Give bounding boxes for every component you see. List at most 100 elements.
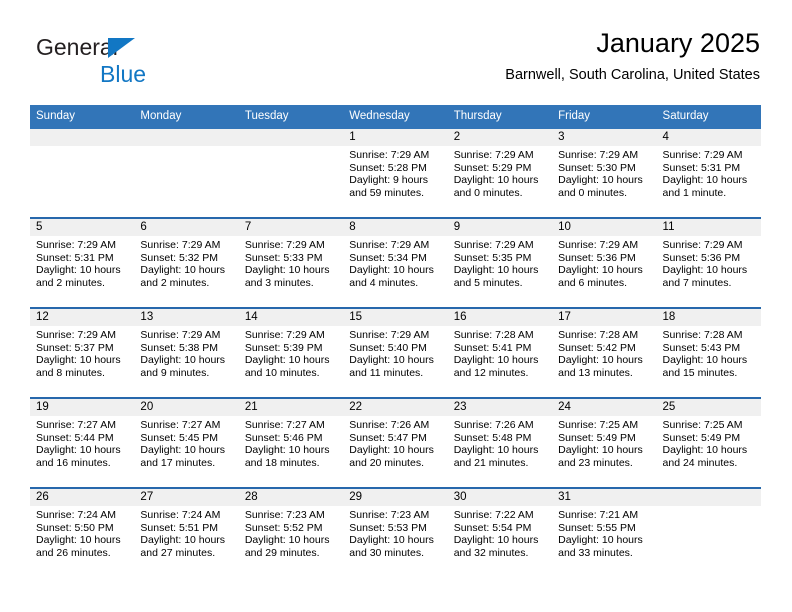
sunrise-text: Sunrise: 7:29 AM (558, 239, 639, 251)
calendar-day-cell[interactable]: 19 Sunrise: 7:27 AM Sunset: 5:44 PM Dayligh… (30, 397, 135, 488)
day-number: 24 (552, 399, 657, 416)
daylight-text: Daylight: 10 hours (36, 444, 121, 457)
calendar-page: General Blue January 2025 Barnwell, Sout… (0, 0, 792, 612)
calendar-day-cell[interactable]: 1 Sunrise: 7:29 AM Sunset: 5:28 PM Daylight… (343, 129, 448, 218)
calendar-day-cell[interactable]: 3 Sunrise: 7:29 AM Sunset: 5:30 PM Daylight… (552, 129, 657, 218)
calendar-day-cell[interactable]: 5 Sunrise: 7:29 AM Sunset: 5:31 PM Daylight… (30, 217, 135, 308)
day-details: Sunrise: 7:21 AM Sunset: 5:55 PM Daylight:… (552, 506, 656, 559)
day-details: Sunrise: 7:25 AM Sunset: 5:49 PM Daylight:… (552, 416, 656, 469)
daylight-text: and 12 minutes. (453, 366, 529, 379)
sunrise-text: Sunrise: 7:29 AM (453, 239, 534, 251)
day-number: 21 (238, 399, 344, 416)
daylight-text: and 18 minutes. (244, 456, 320, 469)
day-details: Sunrise: 7:27 AM Sunset: 5:44 PM Daylight:… (30, 416, 134, 469)
sunrise-text: Sunrise: 7:26 AM (453, 419, 534, 431)
daylight-text: Daylight: 10 hours (244, 444, 330, 457)
calendar-day-cell[interactable]: 16 Sunrise: 7:28 AM Sunset: 5:41 PM Dayligh… (447, 307, 553, 398)
daylight-text: and 6 minutes. (558, 276, 627, 289)
calendar-day-cell[interactable]: 13 Sunrise: 7:29 AM Sunset: 5:38 PM Dayligh… (134, 307, 239, 398)
sunrise-text: Sunrise: 7:29 AM (140, 239, 221, 251)
calendar-day-cell[interactable]: 17 Sunrise: 7:28 AM Sunset: 5:42 PM Dayligh… (552, 307, 657, 398)
daylight-text: Daylight: 10 hours (662, 444, 748, 457)
calendar-day-cell[interactable]: 20 Sunrise: 7:27 AM Sunset: 5:45 PM Dayligh… (134, 397, 239, 488)
day-number: 25 (656, 399, 761, 416)
sunrise-text: Sunrise: 7:29 AM (36, 239, 116, 251)
sunrise-text: Sunrise: 7:28 AM (453, 329, 534, 341)
sunrise-text: Sunrise: 7:26 AM (349, 419, 430, 431)
day-details: Sunrise: 7:27 AM Sunset: 5:45 PM Daylight:… (134, 416, 238, 469)
daylight-text: and 3 minutes. (244, 276, 314, 289)
calendar-day-cell[interactable]: 2 Sunrise: 7:29 AM Sunset: 5:29 PM Daylight… (447, 129, 553, 218)
day-number: 11 (656, 219, 761, 236)
day-number (238, 129, 344, 146)
day-number: 6 (134, 219, 239, 236)
day-details: Sunrise: 7:29 AM Sunset: 5:31 PM Daylight:… (657, 146, 761, 199)
calendar-day-cell[interactable]: 25 Sunrise: 7:25 AM Sunset: 5:49 PM Dayligh… (656, 397, 761, 488)
day-number: 18 (656, 309, 761, 326)
calendar-week-row: 12 Sunrise: 7:29 AM Sunset: 5:37 PM Dayligh… (30, 307, 761, 398)
day-details: Sunrise: 7:29 AM Sunset: 5:31 PM Daylight:… (30, 236, 134, 289)
day-details: Sunrise: 7:24 AM Sunset: 5:51 PM Daylight:… (134, 506, 238, 559)
page-header: General Blue January 2025 Barnwell, Sout… (30, 26, 760, 98)
daylight-text: Daylight: 10 hours (140, 264, 226, 277)
calendar-day-cell[interactable]: 6 Sunrise: 7:29 AM Sunset: 5:32 PM Daylight… (134, 217, 239, 308)
daylight-text: Daylight: 10 hours (662, 354, 748, 367)
sunset-text: Sunset: 5:52 PM (244, 521, 323, 534)
day-details: Sunrise: 7:29 AM Sunset: 5:28 PM Daylight:… (343, 146, 447, 199)
calendar-day-cell[interactable]: 8 Sunrise: 7:29 AM Sunset: 5:34 PM Daylight… (343, 217, 448, 308)
calendar-day-cell[interactable]: 11 Sunrise: 7:29 AM Sunset: 5:36 PM Dayligh… (656, 217, 761, 308)
calendar-week-row: 26 Sunrise: 7:24 AM Sunset: 5:50 PM Dayligh… (30, 487, 761, 577)
sunrise-text: Sunrise: 7:29 AM (662, 239, 743, 251)
day-details: Sunrise: 7:29 AM Sunset: 5:32 PM Daylight:… (134, 236, 238, 289)
sunset-text: Sunset: 5:38 PM (140, 341, 219, 354)
calendar-day-cell[interactable]: 18 Sunrise: 7:28 AM Sunset: 5:43 PM Dayligh… (656, 307, 761, 398)
daylight-text: Daylight: 10 hours (244, 264, 330, 277)
calendar-day-cell[interactable]: 10 Sunrise: 7:29 AM Sunset: 5:36 PM Dayligh… (552, 217, 657, 308)
calendar-day-cell[interactable]: 28 Sunrise: 7:23 AM Sunset: 5:52 PM Dayligh… (238, 487, 344, 577)
sunrise-text: Sunrise: 7:23 AM (349, 509, 430, 521)
day-details: Sunrise: 7:28 AM Sunset: 5:43 PM Daylight:… (657, 326, 761, 379)
page-title: January 2025 (596, 28, 760, 58)
daylight-text: and 0 minutes. (558, 186, 627, 199)
sunset-text: Sunset: 5:55 PM (558, 521, 636, 534)
daylight-text: Daylight: 10 hours (36, 534, 121, 547)
sunrise-text: Sunrise: 7:29 AM (244, 329, 325, 341)
day-details: Sunrise: 7:26 AM Sunset: 5:47 PM Daylight:… (343, 416, 447, 469)
sunrise-text: Sunrise: 7:29 AM (244, 239, 325, 251)
calendar-day-cell[interactable]: 21 Sunrise: 7:27 AM Sunset: 5:46 PM Dayligh… (238, 397, 344, 488)
calendar-day-cell[interactable]: 26 Sunrise: 7:24 AM Sunset: 5:50 PM Dayligh… (30, 487, 135, 577)
day-number (30, 129, 135, 146)
day-number: 29 (343, 489, 448, 506)
calendar-day-cell[interactable]: 9 Sunrise: 7:29 AM Sunset: 5:35 PM Daylight… (447, 217, 553, 308)
calendar-day-cell-empty (656, 487, 761, 577)
calendar-day-cell[interactable]: 7 Sunrise: 7:29 AM Sunset: 5:33 PM Daylight… (238, 217, 344, 308)
daylight-text: and 5 minutes. (453, 276, 523, 289)
daylight-text: Daylight: 10 hours (349, 354, 434, 367)
sunrise-sunset-calendar-table: Sunday Monday Tuesday Wednesday Thursday… (30, 105, 761, 577)
sunrise-text: Sunrise: 7:28 AM (558, 329, 639, 341)
day-number: 8 (343, 219, 448, 236)
day-number: 16 (447, 309, 553, 326)
sunset-text: Sunset: 5:41 PM (453, 341, 532, 354)
calendar-day-cell[interactable]: 12 Sunrise: 7:29 AM Sunset: 5:37 PM Dayligh… (30, 307, 135, 398)
sunrise-text: Sunrise: 7:27 AM (140, 419, 221, 431)
calendar-day-cell[interactable]: 23 Sunrise: 7:26 AM Sunset: 5:48 PM Dayligh… (447, 397, 553, 488)
sunrise-text: Sunrise: 7:25 AM (662, 419, 743, 431)
day-number: 28 (238, 489, 344, 506)
calendar-day-cell[interactable]: 29 Sunrise: 7:23 AM Sunset: 5:53 PM Dayligh… (343, 487, 448, 577)
calendar-day-cell[interactable]: 31 Sunrise: 7:21 AM Sunset: 5:55 PM Dayligh… (552, 487, 657, 577)
daylight-text: Daylight: 10 hours (558, 444, 643, 457)
day-number: 9 (447, 219, 553, 236)
calendar-day-cell[interactable]: 22 Sunrise: 7:26 AM Sunset: 5:47 PM Dayligh… (343, 397, 448, 488)
sunset-text: Sunset: 5:49 PM (662, 431, 741, 444)
calendar-day-cell[interactable]: 24 Sunrise: 7:25 AM Sunset: 5:49 PM Dayligh… (552, 397, 657, 488)
calendar-day-cell[interactable]: 27 Sunrise: 7:24 AM Sunset: 5:51 PM Dayligh… (134, 487, 239, 577)
day-number: 17 (552, 309, 657, 326)
calendar-day-cell[interactable]: 14 Sunrise: 7:29 AM Sunset: 5:39 PM Dayligh… (238, 307, 344, 398)
day-number: 7 (238, 219, 344, 236)
sunset-text: Sunset: 5:29 PM (453, 161, 532, 174)
calendar-day-cell[interactable]: 15 Sunrise: 7:29 AM Sunset: 5:40 PM Dayligh… (343, 307, 448, 398)
calendar-day-cell[interactable]: 30 Sunrise: 7:22 AM Sunset: 5:54 PM Dayligh… (447, 487, 553, 577)
calendar-day-cell[interactable]: 4 Sunrise: 7:29 AM Sunset: 5:31 PM Daylight… (656, 129, 761, 218)
daylight-text: and 17 minutes. (140, 456, 216, 469)
